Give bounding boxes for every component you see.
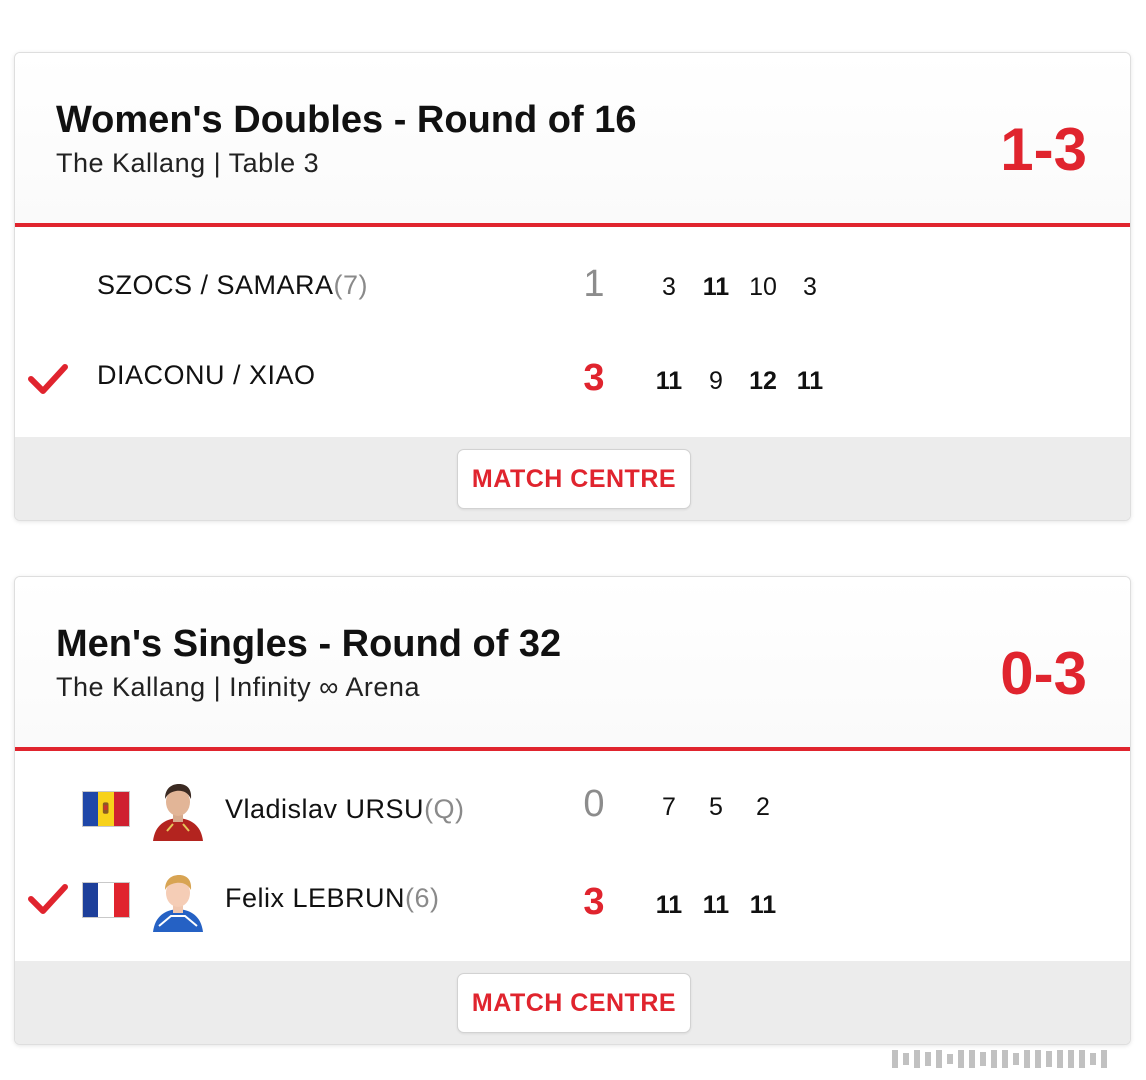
match-card-womens-doubles: Women's Doubles - Round of 16 The Kallan…	[14, 52, 1131, 521]
games-won: 3	[583, 357, 605, 399]
overall-score: 1-3	[1000, 116, 1087, 183]
moldova-flag-icon	[82, 791, 130, 827]
overall-score: 0-3	[1000, 640, 1087, 707]
checkmark-icon	[28, 884, 68, 914]
game-score: 10	[749, 273, 777, 301]
team-name-text: DIACONU / XIAO	[97, 360, 316, 390]
game-score: 11	[749, 891, 777, 919]
team-name: DIACONU / XIAO	[97, 360, 316, 391]
checkmark-icon	[28, 364, 68, 394]
game-score: 3	[803, 273, 817, 301]
game-score: 11	[655, 891, 683, 919]
header-divider	[15, 223, 1130, 227]
game-score: 12	[749, 367, 777, 395]
event-title: Men's Singles - Round of 32	[56, 623, 562, 665]
match-header: Men's Singles - Round of 32 The Kallang …	[15, 577, 1130, 751]
match-centre-button[interactable]: MATCH CENTRE	[457, 449, 691, 509]
player-name-text: Vladislav URSU	[225, 794, 425, 824]
game-score: 7	[662, 793, 676, 821]
header-divider	[15, 747, 1130, 751]
games-won: 3	[583, 881, 605, 923]
player-row: Vladislav URSU(Q) 0 7 5 2	[15, 775, 1130, 841]
player-photo-ursu	[149, 775, 207, 841]
card-footer: MATCH CENTRE	[15, 437, 1130, 520]
seed-label: (7)	[333, 270, 369, 300]
player-name: Felix LEBRUN(6)	[225, 883, 440, 914]
match-header: Women's Doubles - Round of 16 The Kallan…	[15, 53, 1130, 227]
venue-label: The Kallang | Table 3	[56, 148, 320, 178]
watermark-logo	[892, 1046, 1138, 1072]
coat-of-arms-icon	[103, 802, 109, 814]
game-score: 11	[655, 367, 683, 395]
match-centre-button[interactable]: MATCH CENTRE	[457, 973, 691, 1033]
card-footer: MATCH CENTRE	[15, 961, 1130, 1044]
venue-label: The Kallang | Infinity ∞ Arena	[56, 672, 420, 702]
games-won: 0	[583, 783, 605, 825]
player-name-text: Felix LEBRUN	[225, 883, 406, 913]
match-card-mens-singles: Men's Singles - Round of 32 The Kallang …	[14, 576, 1131, 1045]
seed-label: (Q)	[424, 794, 465, 824]
player-name: Vladislav URSU(Q)	[225, 794, 465, 825]
game-score: 2	[756, 793, 770, 821]
games-won: 1	[583, 263, 605, 305]
game-score: 11	[796, 367, 824, 395]
game-score: 9	[709, 367, 723, 395]
team-name: SZOCS / SAMARA(7)	[97, 270, 368, 301]
game-score: 11	[702, 273, 730, 301]
event-title: Women's Doubles - Round of 16	[56, 99, 637, 141]
team-row: SZOCS / SAMARA(7) 1 3 11 10 3	[15, 255, 1130, 315]
game-score: 11	[702, 891, 730, 919]
player-row: Felix LEBRUN(6) 3 11 11 11	[15, 866, 1130, 932]
seed-label: (6)	[405, 883, 440, 913]
france-flag-icon	[82, 882, 130, 918]
player-photo-lebrun	[149, 866, 207, 932]
game-score: 5	[709, 793, 723, 821]
team-row: DIACONU / XIAO 3 11 9 12 11	[15, 349, 1130, 409]
team-name-text: SZOCS / SAMARA	[97, 270, 334, 300]
game-score: 3	[662, 273, 676, 301]
